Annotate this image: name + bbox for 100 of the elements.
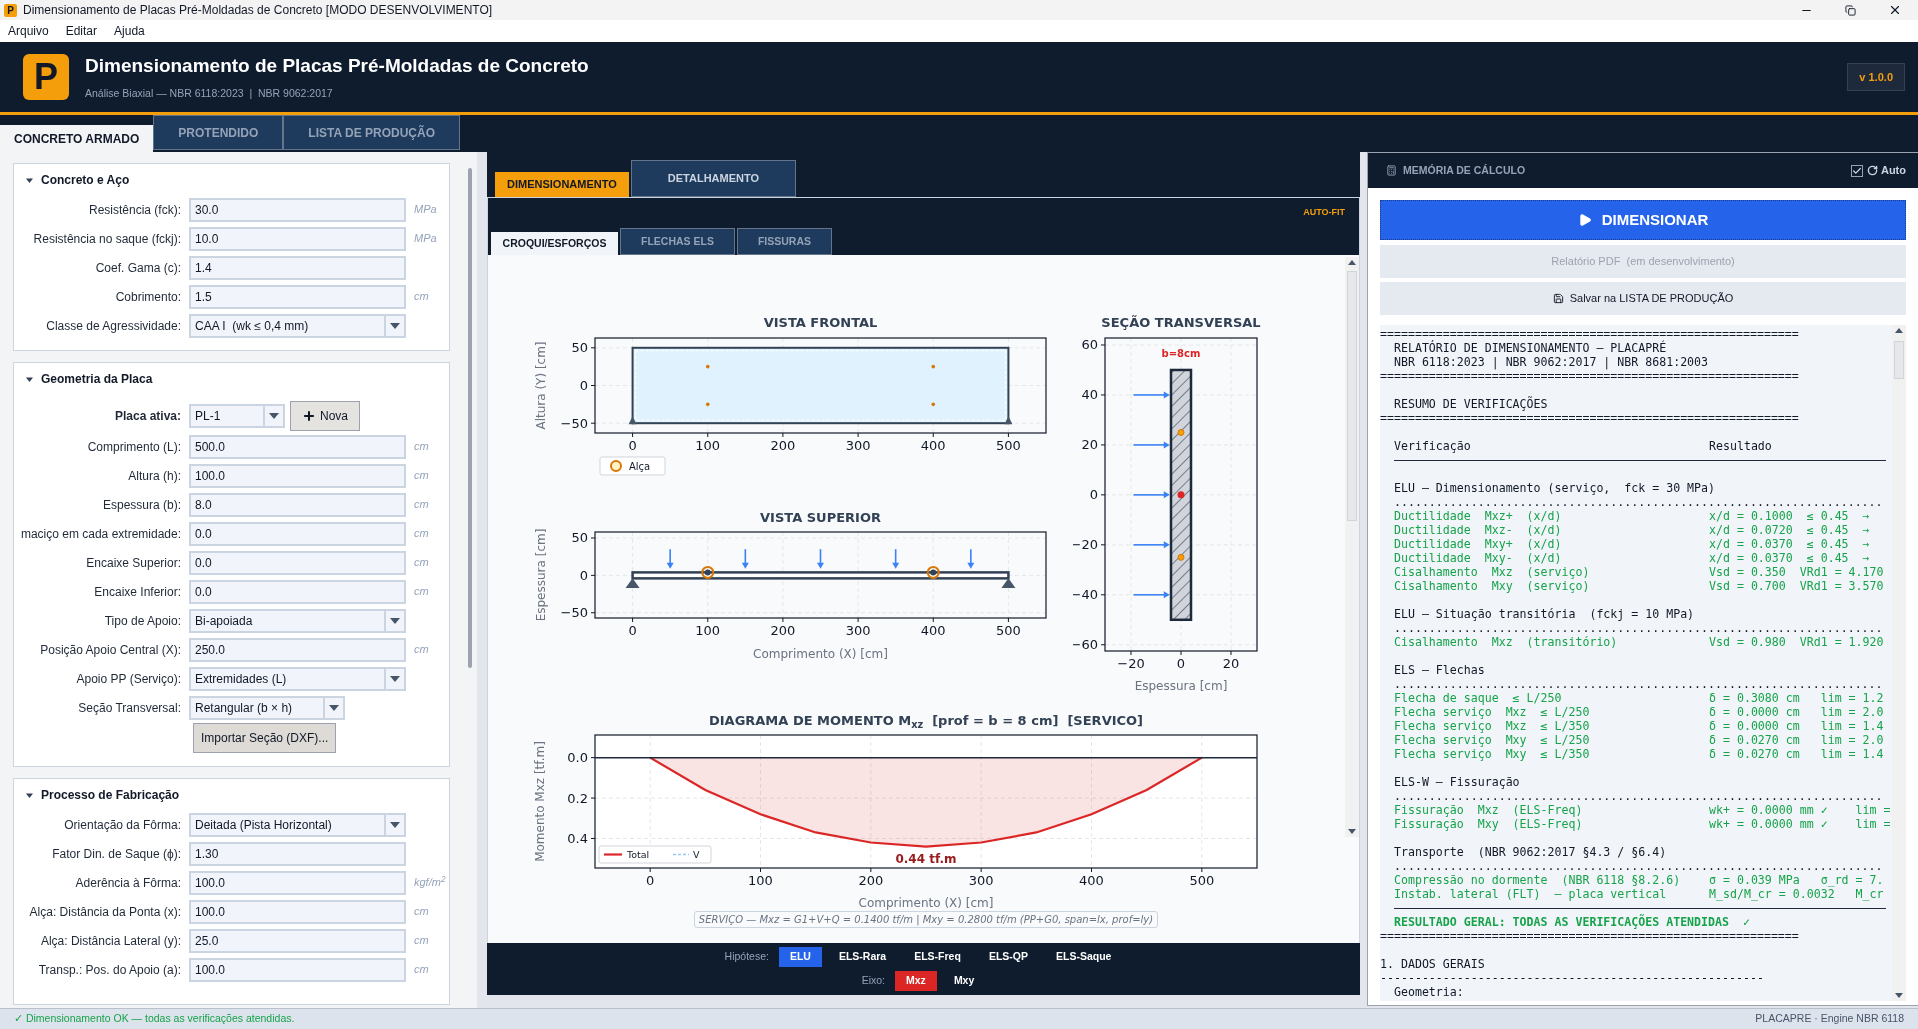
number-field[interactable]: 500.0 (189, 434, 406, 459)
option-button[interactable]: ELS-Rara (827, 947, 898, 967)
option-button[interactable]: ELS-Freq (903, 947, 972, 967)
dropdown[interactable]: Deitada (Pista Horizontal) (189, 812, 406, 837)
sub-tab[interactable]: CROQUI/ESFORÇOS (491, 232, 618, 255)
report-line: Cisalhamento Mxz (serviço) (1392, 565, 1591, 579)
option-button[interactable]: Mxy (942, 971, 986, 991)
support-icon (625, 578, 640, 589)
main-tab[interactable]: LISTA DE PRODUÇÃO (283, 115, 461, 150)
report-line: Ductilidade Mxy+ (x/d) (1392, 537, 1563, 551)
report-line: Ductilidade Mxz- (x/d) (1392, 523, 1563, 537)
number-field[interactable]: 250.0 (189, 637, 406, 662)
report-line: Flecha serviço Mxz ≤ L/350 (1392, 719, 1591, 733)
scrollbar[interactable] (468, 168, 472, 668)
close-icon[interactable] (1888, 3, 1902, 17)
run-button[interactable]: DIMENSIONAR (1380, 200, 1906, 240)
axis-tick-label: 0 (579, 378, 588, 393)
axis-tick-label: 100 (695, 438, 721, 453)
option-button[interactable]: ELU (778, 947, 822, 967)
group-label: Eixo: (861, 973, 886, 989)
number-field[interactable]: 0.0 (189, 521, 406, 546)
report-result: δ = 0.3080 cm lim = 1.2 (1709, 691, 1884, 705)
option-button[interactable]: ELS-QP (977, 947, 1039, 967)
new-button[interactable]: Nova (290, 401, 360, 431)
axis-tick-label: −50 (560, 415, 588, 431)
axis-tick-label: 400 (920, 438, 946, 453)
sub-tab[interactable]: FISSURAS (736, 228, 832, 255)
view-tab[interactable]: DETALHAMENTO (630, 160, 797, 197)
number-field[interactable]: 100.0 (189, 957, 406, 982)
report-line: NBR 6118:2023 | NBR 9062:2017 | NBR 8681:2003 (1392, 355, 1709, 369)
import-button[interactable]: Importar Seção (DXF)... (193, 723, 337, 753)
scrollbar[interactable] (1345, 257, 1359, 837)
section-title[interactable]: Processo de Fabricação (41, 786, 180, 804)
number-field[interactable]: 25.0 (189, 928, 406, 953)
caret-icon[interactable] (26, 176, 33, 184)
menu-item[interactable]: Editar (65, 22, 98, 40)
number-field[interactable]: 30.0 (189, 197, 406, 222)
dropdown[interactable]: Retangular (b × h) (189, 695, 345, 720)
report-line: ...................................................................... (1392, 495, 1883, 509)
calculator-icon (1386, 165, 1397, 176)
field-label: Coef. Gama (c): (94, 259, 182, 277)
number-field[interactable]: 100.0 (189, 870, 406, 895)
axis-label: Comprimento (X) [cm] (753, 647, 888, 661)
option-button[interactable]: Mxz (895, 971, 937, 991)
dropdown[interactable]: CAA I (wk ≤ 0,4 mm) (189, 313, 406, 338)
app-logo: P (23, 54, 69, 100)
refresh-icon (1866, 165, 1878, 176)
scroll-thumb[interactable] (1347, 271, 1357, 521)
unit-label: cm (414, 468, 429, 484)
scroll-thumb[interactable] (1894, 341, 1904, 379)
report-line: Cisalhamento Mxz (transitório) (1392, 635, 1619, 649)
load-arrow (1132, 391, 1170, 399)
number-field[interactable]: 1.5 (189, 284, 406, 309)
axis-tick-label: 40 (1081, 387, 1098, 403)
dropdown-arrow-icon (390, 617, 400, 624)
app-title: Dimensionamento de Placas Pré-Moldadas de Concreto (85, 54, 589, 79)
caret-icon[interactable] (26, 375, 33, 383)
axis-tick-label: 0.4 (567, 831, 588, 846)
report-line: Transporte (NBR 9062:2017 §4.3 / §6.4) (1392, 845, 1667, 859)
axis-tick-label: 300 (845, 438, 871, 453)
axis-tick-label: 0 (628, 623, 637, 638)
number-field[interactable]: 0.0 (189, 579, 406, 604)
menu-item[interactable]: Arquivo (8, 22, 49, 40)
axis-label: Momento Mxz [tf.m] (533, 741, 547, 862)
option-button[interactable]: ELS-Saque (1044, 947, 1123, 967)
chart-title: VISTA SUPERIOR (760, 510, 881, 525)
caret-icon[interactable] (26, 791, 33, 799)
main-tab[interactable]: CONCRETO ARMADO (0, 125, 154, 152)
unit-label: cm (414, 642, 429, 658)
dropdown[interactable]: PL-1 (189, 404, 285, 428)
axis-tick-label: 60 (1081, 337, 1098, 353)
main-tab[interactable]: PROTENDIDO (153, 115, 284, 150)
dropdown[interactable]: Bi-apoiada (189, 608, 406, 633)
report-line: ELS-W — Fissuração (1392, 775, 1520, 789)
number-field[interactable]: 100.0 (189, 463, 406, 488)
number-field[interactable]: 10.0 (189, 226, 406, 251)
axis-tick-label: −20 (1117, 656, 1145, 671)
scrollbar[interactable] (1892, 325, 1906, 1001)
field-label: maciço em cada extremidade: (19, 525, 182, 543)
load-arrow (1132, 491, 1170, 499)
number-field[interactable]: 1.4 (189, 255, 406, 280)
section-title[interactable]: Concreto e Aço (41, 171, 130, 189)
number-field[interactable]: 1.30 (189, 841, 406, 866)
lifting-point (931, 402, 936, 407)
axis-tick-label: 50 (571, 340, 588, 356)
number-field[interactable]: 8.0 (189, 492, 406, 517)
sub-tab[interactable]: FLECHAS ELS (620, 228, 735, 255)
dropdown[interactable]: Extremidades (L) (189, 666, 406, 691)
report-line: ============================================================ (1380, 327, 1799, 341)
save-button[interactable]: Salvar na LISTA DE PRODUÇÃO (1380, 282, 1906, 315)
auto-checkbox[interactable] (1850, 164, 1863, 177)
restore-icon[interactable] (1845, 4, 1856, 16)
menu-item[interactable]: Ajuda (114, 22, 145, 40)
view-tab[interactable]: DIMENSIONAMENTO (495, 172, 629, 197)
number-field[interactable]: 0.0 (189, 550, 406, 575)
version-badge: v 1.0.0 (1847, 62, 1905, 92)
section-title[interactable]: Geometria da Placa (41, 370, 153, 388)
field-label: Seção Transversal: (77, 699, 182, 717)
axis-tick-label: 200 (770, 623, 796, 638)
number-field[interactable]: 100.0 (189, 899, 406, 924)
